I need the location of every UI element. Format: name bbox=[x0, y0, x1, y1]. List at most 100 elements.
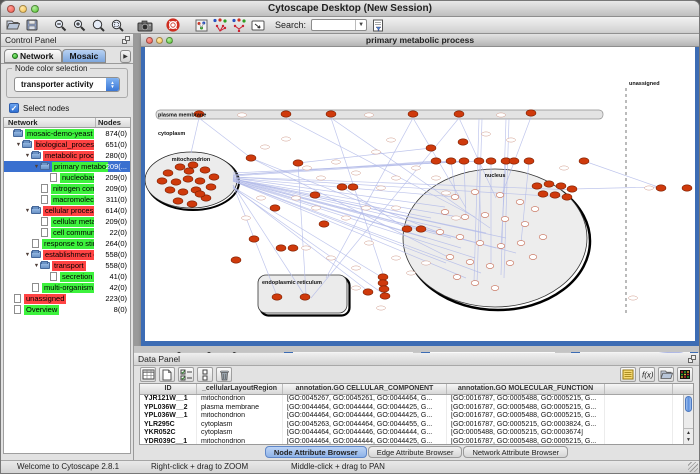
tree-header-network[interactable]: Network bbox=[4, 118, 96, 127]
graph-node[interactable] bbox=[326, 111, 336, 117]
graph-node-outline[interactable] bbox=[531, 207, 539, 212]
network-minimize-button[interactable] bbox=[156, 37, 163, 44]
graph-node[interactable] bbox=[682, 185, 692, 191]
tab-scroll-right-button[interactable]: ▶ bbox=[120, 50, 131, 63]
new-attribute-icon[interactable] bbox=[159, 367, 175, 382]
expand-triangle-icon[interactable]: ▼ bbox=[33, 164, 40, 170]
unselect-attributes-icon[interactable] bbox=[197, 367, 213, 382]
graph-node[interactable] bbox=[486, 158, 496, 164]
tab-network-attribute-browser[interactable]: Network Attribute Browser bbox=[463, 446, 568, 458]
table-cell[interactable] bbox=[605, 404, 673, 413]
graph-node[interactable] bbox=[474, 158, 484, 164]
graph-node[interactable] bbox=[293, 160, 303, 166]
minimize-button[interactable] bbox=[19, 5, 27, 13]
network-zoom-button[interactable] bbox=[166, 37, 173, 44]
zoom-selected-region-icon[interactable] bbox=[109, 18, 125, 33]
table-cell[interactable]: cytoplasm bbox=[197, 429, 283, 438]
network-window-titlebar[interactable]: primary metabolic process bbox=[141, 34, 699, 47]
graph-node-outline[interactable] bbox=[491, 286, 499, 291]
zoom-in-icon[interactable] bbox=[71, 18, 87, 33]
graph-node-outline[interactable] bbox=[466, 260, 474, 265]
graph-node[interactable] bbox=[459, 158, 469, 164]
graph-node-outline[interactable] bbox=[496, 193, 504, 198]
select-nodes-checkbox[interactable]: ✓ bbox=[9, 103, 19, 113]
table-row[interactable]: YPL036W__1mitochondrion[GO:0044464, GO:0… bbox=[140, 412, 693, 421]
layout-network-1-icon[interactable] bbox=[212, 18, 228, 33]
expand-triangle-icon[interactable]: ▼ bbox=[24, 153, 31, 159]
float-data-panel-icon[interactable] bbox=[688, 355, 696, 363]
help-lifebuoy-icon[interactable] bbox=[165, 18, 181, 33]
graph-node-outline[interactable] bbox=[521, 222, 529, 227]
column-header[interactable]: _cellularLayoutRegion bbox=[197, 384, 283, 394]
attribute-list-icon[interactable] bbox=[620, 367, 636, 382]
tree-item-establishment-of-lo[interactable]: ▼establishment of lo558(0) bbox=[4, 249, 130, 260]
graph-node-outline[interactable] bbox=[539, 235, 547, 240]
column-header[interactable]: annotation.GO MOLECULAR_FUNCTION bbox=[447, 384, 605, 394]
table-cell[interactable]: [GO:0005488, GO:0005215, GO:0003674] bbox=[447, 429, 605, 438]
function-builder-icon[interactable]: f(x) bbox=[639, 367, 655, 382]
table-vertical-scrollbar[interactable]: ▲▼ bbox=[683, 395, 693, 444]
tree-item-transport[interactable]: ▼transport558(0) bbox=[4, 260, 130, 271]
table-cell[interactable]: YLR295C bbox=[140, 421, 197, 430]
scroll-up-icon[interactable]: ▲ bbox=[686, 430, 691, 437]
table-cell[interactable]: YKR052C bbox=[140, 429, 197, 438]
import-attributes-folder-icon[interactable] bbox=[658, 367, 674, 382]
graph-node[interactable] bbox=[567, 186, 577, 192]
tab-mosaic[interactable]: Mosaic bbox=[62, 49, 107, 63]
graph-node[interactable] bbox=[378, 280, 388, 286]
expand-triangle-icon[interactable]: ▼ bbox=[33, 263, 40, 269]
graph-node[interactable] bbox=[416, 226, 426, 232]
table-cell[interactable]: YPL036W__1 bbox=[140, 412, 197, 421]
graph-node[interactable] bbox=[157, 178, 167, 184]
graph-node[interactable] bbox=[402, 226, 412, 232]
search-dropdown-arrow[interactable]: ▼ bbox=[355, 20, 366, 30]
graph-node[interactable] bbox=[454, 111, 464, 117]
graph-node[interactable] bbox=[163, 170, 173, 176]
scrollbar-arrows[interactable]: ▲▼ bbox=[684, 428, 693, 444]
tab-edge-attribute-browser[interactable]: Edge Attribute Browser bbox=[368, 446, 463, 458]
graph-node[interactable] bbox=[431, 158, 441, 164]
table-cell[interactable]: mitochondrion bbox=[197, 395, 283, 404]
graph-node[interactable] bbox=[319, 221, 329, 227]
graph-node-outline[interactable] bbox=[501, 217, 509, 222]
graph-node[interactable] bbox=[183, 176, 193, 182]
graph-node[interactable] bbox=[281, 111, 291, 117]
tab-network[interactable]: Network bbox=[4, 49, 62, 63]
tree-item-unassigned[interactable]: unassigned223(0) bbox=[4, 293, 130, 304]
zoom-fit-icon[interactable] bbox=[90, 18, 106, 33]
graph-node[interactable] bbox=[408, 111, 418, 117]
graph-node[interactable] bbox=[380, 293, 390, 299]
tree-item-metabolic-process[interactable]: ▼metabolic process280(0) bbox=[4, 150, 130, 161]
resize-grip[interactable] bbox=[688, 462, 698, 472]
graph-node[interactable] bbox=[276, 245, 286, 251]
graph-node[interactable] bbox=[231, 257, 241, 263]
network-view-window[interactable]: primary metabolic process plasma membran… bbox=[141, 34, 699, 346]
graph-node-outline[interactable] bbox=[476, 241, 484, 246]
tree-item-response-to-stimulu[interactable]: response to stimulu264(0) bbox=[4, 238, 130, 249]
tree-item-secretion[interactable]: secretion41(0) bbox=[4, 271, 130, 282]
graph-node[interactable] bbox=[544, 181, 554, 187]
column-header[interactable]: annotation.GO CELLULAR_COMPONENT bbox=[283, 384, 447, 394]
attribute-table-icon[interactable] bbox=[140, 367, 156, 382]
table-cell[interactable]: [GO:0016787, GO:0005215, GO:0003824, G..… bbox=[447, 421, 605, 430]
graph-node[interactable] bbox=[446, 158, 456, 164]
graph-node-outline[interactable] bbox=[517, 241, 525, 246]
annotation-icon[interactable] bbox=[250, 18, 266, 33]
float-panel-icon[interactable] bbox=[122, 36, 130, 44]
graph-node[interactable] bbox=[337, 184, 347, 190]
table-row[interactable]: YPL036W__2plasma membrane[GO:0044464, GO… bbox=[140, 404, 693, 413]
graph-node[interactable] bbox=[378, 274, 388, 280]
scrollbar-thumb[interactable] bbox=[685, 396, 692, 412]
attribute-matrix-icon[interactable] bbox=[677, 367, 693, 382]
network-canvas[interactable]: plasma membranecytoplasmmitochondrionnuc… bbox=[145, 47, 695, 341]
zoom-button[interactable] bbox=[31, 5, 39, 13]
graph-node[interactable] bbox=[656, 185, 666, 191]
graph-node[interactable] bbox=[165, 187, 175, 193]
table-row[interactable]: YLR295Ccytoplasm[GO:0045263, GO:0044464,… bbox=[140, 421, 693, 430]
tree-item-mosaic-demo-yeast[interactable]: mosaic-demo-yeast874(0) bbox=[4, 128, 130, 139]
graph-node-outline[interactable] bbox=[461, 215, 469, 220]
column-header[interactable]: ID bbox=[140, 384, 197, 394]
graph-node[interactable] bbox=[288, 245, 298, 251]
tree-item-cellular-metabo[interactable]: cellular metabo209(0) bbox=[4, 216, 130, 227]
vizmapper-icon[interactable] bbox=[193, 18, 209, 33]
